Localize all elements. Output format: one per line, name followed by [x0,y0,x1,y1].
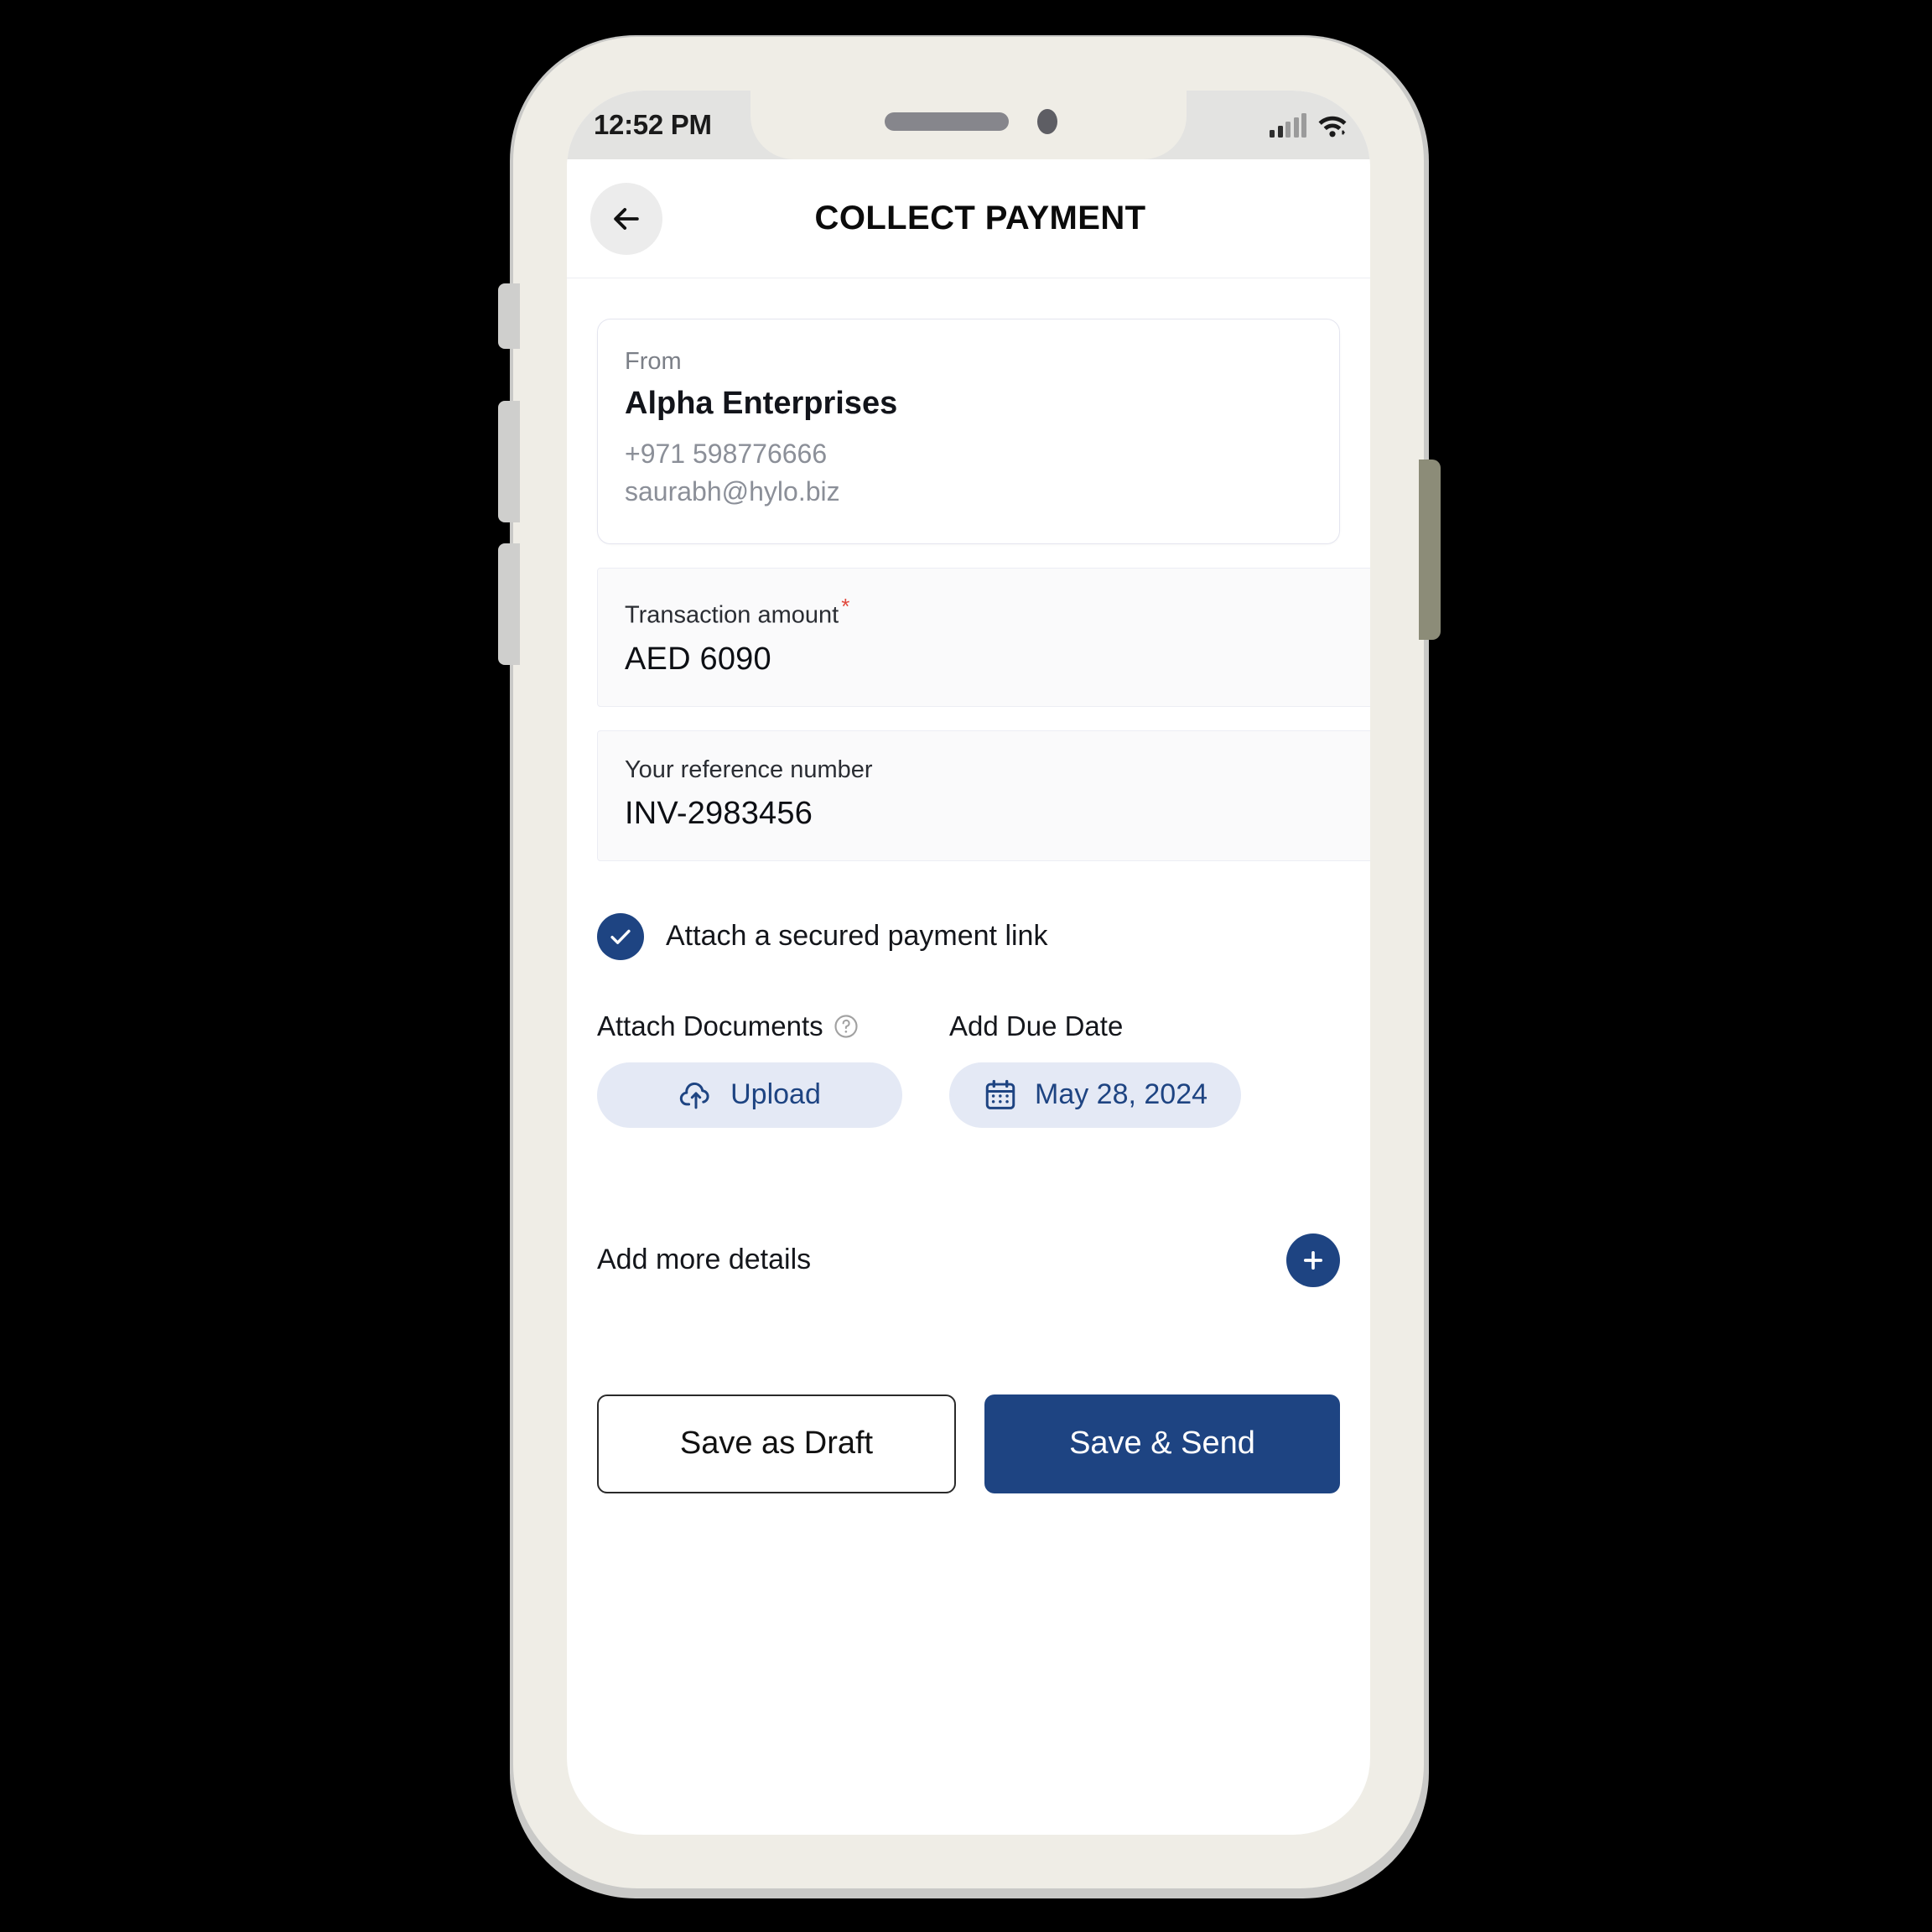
checkmark-icon [610,929,631,944]
required-asterisk: * [841,593,850,619]
back-arrow-icon [614,207,639,230]
add-more-details-row[interactable]: Add more details [597,1233,1340,1287]
reference-number-label: Your reference number [625,756,873,783]
save-as-draft-button[interactable]: Save as Draft [597,1394,956,1493]
wifi-icon [1318,116,1347,138]
back-button[interactable] [590,182,662,255]
reference-number-value: INV-2983456 [625,795,813,831]
power-button[interactable] [1419,460,1441,640]
front-camera-icon [1037,109,1057,134]
signal-bars-icon [1270,113,1306,138]
attach-and-due-row: Attach Documents Upload Add Due Date May… [597,1010,1370,1128]
save-and-send-button[interactable]: Save & Send [984,1394,1340,1493]
checkbox-filled [597,912,644,960]
volume-up-button[interactable] [498,401,520,522]
volume-down-button[interactable] [498,543,520,665]
attach-documents-column: Attach Documents Upload [597,1010,902,1128]
from-label: From [625,348,682,375]
transaction-amount-value: AED 6090 [625,641,771,677]
upload-button-label: Upload [730,1078,821,1111]
attach-documents-label: Attach Documents [597,1010,823,1041]
screenshot-stage: 12:52 PM COLLECT PAYMENT From Alpha Ente… [0,0,1932,1932]
form-content: From Alpha Enterprises +971 598776666 sa… [567,278,1370,1493]
calendar-icon [985,1079,1015,1109]
attach-documents-heading: Attach Documents [597,1010,902,1042]
phone-screen: 12:52 PM COLLECT PAYMENT From Alpha Ente… [567,91,1370,1835]
due-date-value: May 28, 2024 [1035,1078,1208,1111]
cloud-upload-icon [679,1082,709,1109]
add-more-details-label: Add more details [597,1244,812,1276]
transaction-amount-field[interactable]: Transaction amount * AED 6090 [597,567,1370,707]
reference-number-field[interactable]: Your reference number INV-2983456 [597,730,1370,861]
from-email: saurabh@hylo.biz [625,476,840,507]
secure-payment-link-label: Attach a secured payment link [666,920,1048,953]
silent-switch-button[interactable] [498,283,520,349]
plus-icon [1303,1250,1323,1270]
due-date-column: Add Due Date May 28, 2024 [949,1010,1242,1128]
from-company-name: Alpha Enterprises [625,386,898,421]
help-circle-icon[interactable] [834,1014,859,1039]
due-date-label: Add Due Date [949,1010,1124,1041]
transaction-amount-label: Transaction amount * [625,594,1370,630]
add-more-details-button[interactable] [1286,1233,1340,1287]
upload-button[interactable]: Upload [597,1062,902,1128]
from-card[interactable]: From Alpha Enterprises +971 598776666 sa… [597,319,1340,544]
status-indicators [1270,112,1348,138]
status-bar: 12:52 PM [567,91,1370,159]
action-buttons: Save as Draft Save & Send [597,1394,1340,1493]
secure-payment-link-checkbox[interactable]: Attach a secured payment link [597,912,1370,960]
page-title: COLLECT PAYMENT [814,200,1146,236]
from-phone: +971 598776666 [625,439,828,469]
transaction-amount-label-text: Transaction amount [625,601,839,629]
speaker-grille [885,112,1009,131]
due-date-heading: Add Due Date [949,1010,1241,1042]
app-header: COLLECT PAYMENT [567,159,1370,278]
status-time: 12:52 PM [594,109,712,140]
due-date-button[interactable]: May 28, 2024 [949,1062,1242,1128]
